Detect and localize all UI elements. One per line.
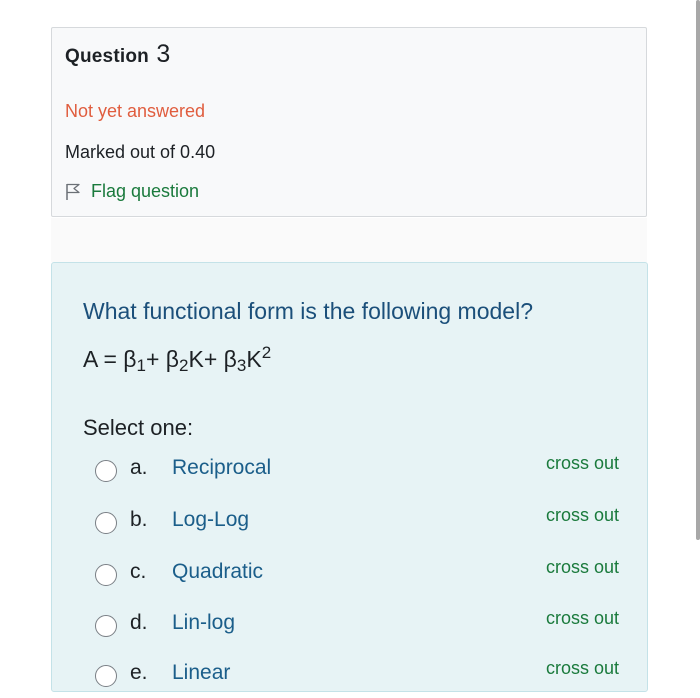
vertical-scrollbar[interactable] [696,0,700,540]
answer-text[interactable]: Quadratic [172,560,263,584]
radio-button-d[interactable] [95,615,117,637]
cross-out-link-a[interactable]: cross out [546,453,619,474]
answer-text[interactable]: Lin-log [172,611,235,635]
cross-out-link-d[interactable]: cross out [546,608,619,629]
answer-letter: b. [130,508,148,531]
answer-option-c[interactable]: c. Quadratic cross out [52,557,649,597]
answer-letter: c. [130,560,147,583]
answer-option-d[interactable]: d. Lin-log cross out [52,608,649,648]
question-label: Question [65,46,149,67]
flag-question-label: Flag question [91,181,200,201]
separator [51,218,647,262]
question-info-panel: Question 3 Not yet answered Marked out o… [51,27,647,217]
question-number: 3 [156,40,171,68]
answer-option-b[interactable]: b. Log-Log cross out [52,505,649,545]
answer-text[interactable]: Log-Log [172,508,249,532]
question-formulation: What functional form is the following mo… [51,262,648,692]
radio-button-e[interactable] [95,665,117,687]
radio-button-b[interactable] [95,512,117,534]
question-title: Question 3 [65,40,171,69]
radio-button-c[interactable] [95,564,117,586]
question-text: What functional form is the following mo… [83,298,533,324]
answer-letter: a. [130,456,148,479]
cross-out-link-b[interactable]: cross out [546,505,619,526]
question-grade: Marked out of 0.40 [65,142,216,162]
answer-text[interactable]: Linear [172,661,230,685]
flag-icon [66,183,80,200]
answer-option-a[interactable]: a. Reciprocal cross out [52,453,649,493]
select-one-prompt: Select one: [83,415,194,440]
flag-question-link[interactable]: Flag question [65,181,199,202]
question-state: Not yet answered [65,101,206,121]
model-formula: A = β1+ β2K+ β3K2 [83,343,272,375]
answer-letter: d. [130,611,148,634]
answer-letter: e. [130,661,148,684]
answer-option-e[interactable]: e. Linear cross out [52,658,649,698]
cross-out-link-c[interactable]: cross out [546,557,619,578]
answer-text[interactable]: Reciprocal [172,456,271,480]
radio-button-a[interactable] [95,460,117,482]
cross-out-link-e[interactable]: cross out [546,658,619,679]
